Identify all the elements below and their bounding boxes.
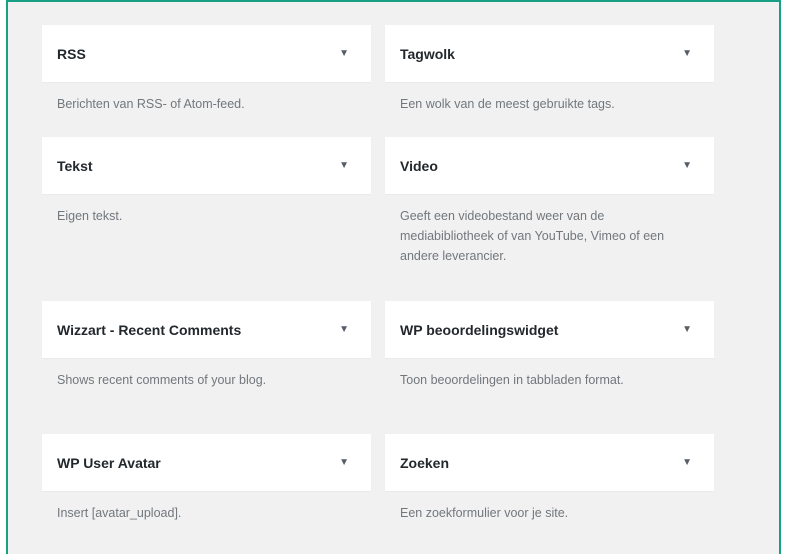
widget-header-wp-beoordelingswidget[interactable]: WP beoordelingswidget ▼ [385, 301, 714, 358]
available-widgets-panel: RSS ▼ Berichten van RSS- of Atom-feed. T… [6, 0, 781, 554]
widget-description: Berichten van RSS- of Atom-feed. [57, 97, 245, 111]
widget-description: Een zoekformulier voor je site. [400, 506, 569, 520]
widget-header-video[interactable]: Video ▼ [385, 137, 714, 194]
widget-title: WP beoordelingswidget [400, 321, 559, 338]
widget-description: Geeft een videobestand weer van de media… [400, 209, 665, 263]
dropdown-arrow-icon[interactable]: ▼ [682, 160, 692, 171]
widget-description: Een wolk van de meest gebruikte tags. [400, 97, 615, 111]
widget-title: Video [400, 157, 438, 174]
widget-video: Video ▼ Geeft een videobestand weer van … [385, 137, 714, 266]
widget-header-tagwolk[interactable]: Tagwolk ▼ [385, 25, 714, 82]
widget-wizzart-recent-comments: Wizzart - Recent Comments ▼ Shows recent… [42, 301, 371, 390]
widget-header-rss[interactable]: RSS ▼ [42, 25, 371, 82]
dropdown-arrow-icon[interactable]: ▼ [339, 457, 349, 468]
dropdown-arrow-icon[interactable]: ▼ [339, 324, 349, 335]
widget-description: Shows recent comments of your blog. [57, 373, 267, 387]
widget-description: Toon beoordelingen in tabbladen format. [400, 373, 624, 387]
widget-header-wp-user-avatar[interactable]: WP User Avatar ▼ [42, 434, 371, 491]
dropdown-arrow-icon[interactable]: ▼ [339, 160, 349, 171]
widget-title: Tagwolk [400, 45, 455, 62]
widget-tekst: Tekst ▼ Eigen tekst. [42, 137, 371, 226]
widget-rss: RSS ▼ Berichten van RSS- of Atom-feed. [42, 25, 371, 114]
widget-title: Tekst [57, 157, 93, 174]
widget-description: Insert [avatar_upload]. [57, 506, 182, 520]
widget-header-tekst[interactable]: Tekst ▼ [42, 137, 371, 194]
dropdown-arrow-icon[interactable]: ▼ [682, 457, 692, 468]
widget-title: Wizzart - Recent Comments [57, 321, 242, 338]
widget-wp-beoordelingswidget: WP beoordelingswidget ▼ Toon beoordeling… [385, 301, 714, 390]
widget-zoeken: Zoeken ▼ Een zoekformulier voor je site. [385, 434, 714, 523]
widget-title: RSS [57, 45, 86, 62]
widget-title: Zoeken [400, 454, 450, 471]
widget-wp-user-avatar: WP User Avatar ▼ Insert [avatar_upload]. [42, 434, 371, 523]
dropdown-arrow-icon[interactable]: ▼ [339, 48, 349, 59]
widget-header-zoeken[interactable]: Zoeken ▼ [385, 434, 714, 491]
widget-description: Eigen tekst. [57, 209, 123, 223]
widget-header-wizzart-recent-comments[interactable]: Wizzart - Recent Comments ▼ [42, 301, 371, 358]
dropdown-arrow-icon[interactable]: ▼ [682, 324, 692, 335]
dropdown-arrow-icon[interactable]: ▼ [682, 48, 692, 59]
widget-tagwolk: Tagwolk ▼ Een wolk van de meest gebruikt… [385, 25, 714, 114]
widget-title: WP User Avatar [57, 454, 161, 471]
